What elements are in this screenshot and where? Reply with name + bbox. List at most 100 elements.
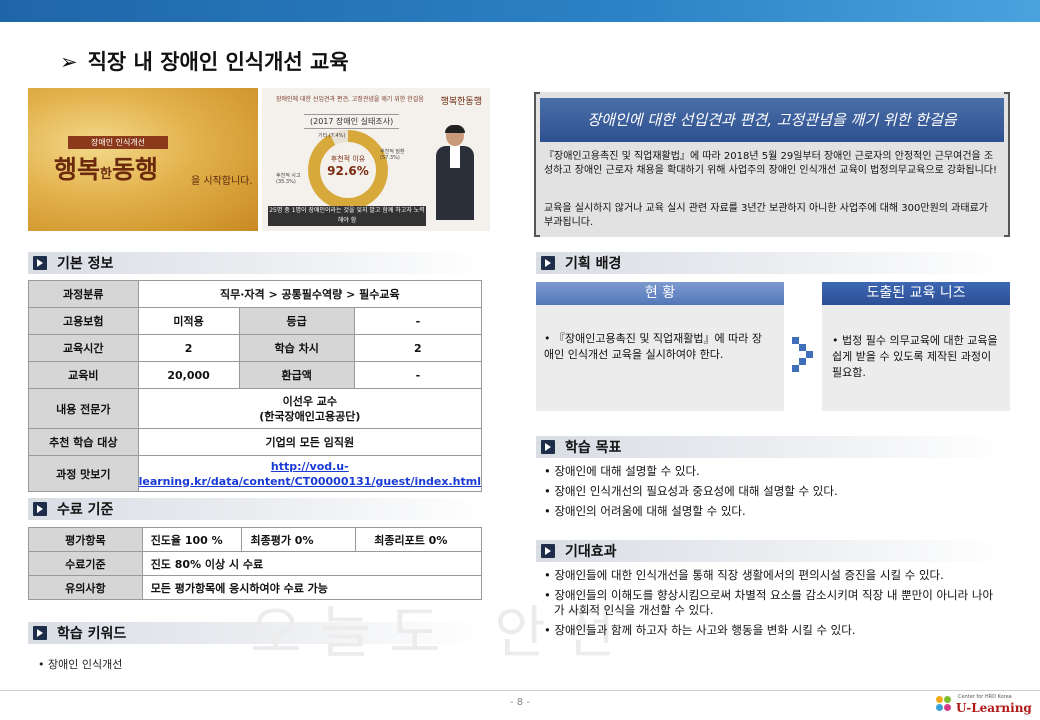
status-card-text: • 『장애인고용촉진 및 직업재활법』에 따라 장애인 인식개선 교육을 실시하… xyxy=(544,332,763,361)
needs-card: • 법정 필수 의무교육에 대한 교육을 쉽게 받을 수 있도록 제작된 과정이… xyxy=(822,305,1010,411)
page-title: ➢ 직장 내 장애인 인식개선 교육 xyxy=(60,46,349,76)
table-row: 내용 전문가 이선우 교수 (한국장애인고용공단) xyxy=(28,388,483,429)
criteria-value: 진도 80% 이상 시 수료 xyxy=(141,551,483,576)
sessions-value: 2 xyxy=(353,334,483,362)
section-play-icon xyxy=(541,440,555,454)
course-poster-image: 장애인 인식개선 행복한동행 을 시작합니다. xyxy=(28,88,258,231)
refund-label: 환급액 xyxy=(238,361,355,389)
donut-value: 92.6% xyxy=(327,164,369,178)
section-play-icon xyxy=(541,544,555,558)
needs-card-title: 도출된 교육 니즈 xyxy=(822,282,1010,305)
expert-org: (한국장애인고용공단) xyxy=(259,409,361,423)
insurance-label: 고용보험 xyxy=(28,307,139,335)
section-play-icon xyxy=(33,502,47,516)
arrow-right-icon: ➢ xyxy=(60,50,78,74)
section-play-icon xyxy=(541,256,555,270)
donut-chart: 후천적 이유 92.6% xyxy=(308,130,388,210)
page-title-text: 직장 내 장애인 인식개선 교육 xyxy=(87,50,349,74)
lecture-header: 장애인에 대한 선입견과 편견, 고정관념을 깨기 위한 한걸음 xyxy=(276,96,424,103)
notes-label: 유의사항 xyxy=(28,575,143,600)
hours-label: 교육시간 xyxy=(28,334,139,362)
grade-label: 등급 xyxy=(238,307,355,335)
donut-label: 후천적 이유 xyxy=(330,155,366,163)
preview-link[interactable]: http://vod.u-learning.kr/data/content/CT… xyxy=(139,460,481,488)
keyword-item: • 장애인 인식개선 xyxy=(38,658,123,671)
quote-headline: 장애인에 대한 선입견과 편견, 고정관념을 깨기 위한 한걸음 xyxy=(540,98,1004,142)
quote-paragraph-2: 교육을 실시하지 않거나 교육 실시 관련 자료를 3년간 보관하지 아니한 사… xyxy=(544,203,988,228)
quote-paragraph-1: 『장애인고용촉진 및 직업재활법』에 따라 2018년 5월 29일부터 장애인… xyxy=(544,151,997,176)
insurance-value: 미적용 xyxy=(137,307,240,335)
list-item: • 장애인 인식개선의 필요성과 중요성에 대해 설명할 수 있다. xyxy=(544,484,838,498)
donut-label-disease: 후천적 질환 (57.3%) xyxy=(380,149,405,161)
criteria-label: 수료기준 xyxy=(28,551,143,576)
target-label: 추천 학습 대상 xyxy=(28,428,139,456)
page-number: - 8 - xyxy=(510,697,530,708)
expert-name: 이선우 교수 xyxy=(282,394,338,408)
poster-headline-a: 행복 xyxy=(54,155,101,184)
lecture-banner: 25명 중 1명이 장애인이라는 것을 잊지 말고 함께 하고자 노력해야 함 xyxy=(268,206,426,226)
poster-subline: 을 시작합니다. xyxy=(191,176,253,187)
table-row: 교육비 20,000 환급액 - xyxy=(28,361,483,389)
expert-label: 내용 전문가 xyxy=(28,388,139,429)
category-value: 직무·자격 > 공통필수역량 > 필수교육 xyxy=(137,280,483,308)
section-effects: 기대효과 xyxy=(536,540,1006,562)
top-banner xyxy=(0,0,1040,22)
table-row: 과정 맛보기 http://vod.u-learning.kr/data/con… xyxy=(28,455,483,492)
poster-tag: 장애인 인식개선 xyxy=(68,136,168,149)
final-report: 최종리포트 0% xyxy=(355,527,482,552)
hours-value: 2 xyxy=(137,334,240,362)
grade-value: - xyxy=(353,307,483,335)
list-item: • 장애인들과 함께 하고자 하는 사고와 행동을 변화 시킬 수 있다. xyxy=(544,623,856,637)
final-eval: 최종평가 0% xyxy=(241,527,357,552)
section-play-icon xyxy=(33,256,47,270)
table-row: 수료기준 진도 80% 이상 시 수료 xyxy=(28,551,483,576)
section-basic-info: 기본 정보 xyxy=(28,252,484,274)
basic-info-table: 과정분류 직무·자격 > 공통필수역량 > 필수교육 고용보험 미적용 등급 -… xyxy=(28,280,483,492)
footer-divider xyxy=(0,690,1040,691)
table-row: 고용보험 미적용 등급 - xyxy=(28,307,483,335)
section-keywords-title: 학습 키워드 xyxy=(57,626,127,642)
list-item: • 장애인의 어려움에 대해 설명할 수 있다. xyxy=(544,504,746,518)
fee-label: 교육비 xyxy=(28,361,139,389)
table-row: 교육시간 2 학습 차시 2 xyxy=(28,334,483,362)
target-value: 기업의 모든 임직원 xyxy=(137,428,483,456)
donut-center: 후천적 이유 92.6% xyxy=(320,142,376,198)
status-card: • 『장애인고용촉진 및 직업재활법』에 따라 장애인 인식개선 교육을 실시하… xyxy=(536,305,784,411)
table-row: 과정분류 직무·자격 > 공통필수역량 > 필수교육 xyxy=(28,280,483,308)
list-item: • 장애인들의 이해도를 향상시킴으로써 차별적 요소를 감소시키며 직장 내 … xyxy=(544,588,994,617)
category-label: 과정분류 xyxy=(28,280,139,308)
poster-headline: 행복한동행 xyxy=(54,150,158,186)
section-goals-title: 학습 목표 xyxy=(565,440,622,456)
section-basic-info-title: 기본 정보 xyxy=(57,256,114,272)
lecture-screenshot-image: 장애인에 대한 선입견과 편견, 고정관념을 깨기 위한 한걸음 행복한동행 (… xyxy=(262,88,490,231)
sessions-label: 학습 차시 xyxy=(238,334,355,362)
poster-headline-b: 한 xyxy=(100,167,112,182)
progress-rate: 진도율 100 % xyxy=(141,527,243,552)
donut-label-accident: 후천적 사고 (35.3%) xyxy=(276,173,301,185)
list-item: • 장애인에 대해 설명할 수 있다. xyxy=(544,464,700,478)
goals-list: • 장애인에 대해 설명할 수 있다. • 장애인 인식개선의 필요성과 중요성… xyxy=(542,464,1002,524)
preview-url-b: learning.kr/data/content/CT00000131/gues… xyxy=(138,474,481,488)
lecture-logo: 행복한동행 xyxy=(440,97,482,107)
expert-value: 이선우 교수 (한국장애인고용공단) xyxy=(137,388,483,429)
list-item: • 장애인들에 대한 인식개선을 통해 직장 생활에서의 편의시설 증진을 시킬… xyxy=(544,568,944,582)
brand-name: U-Learning xyxy=(956,701,1032,715)
eval-items-label: 평가항목 xyxy=(28,527,143,552)
section-background: 기획 배경 xyxy=(536,252,1006,274)
bracket-right xyxy=(1004,92,1010,237)
status-card-title: 현 황 xyxy=(536,282,784,305)
preview-value: http://vod.u-learning.kr/data/content/CT… xyxy=(137,455,483,492)
lecturer-figure xyxy=(432,125,478,220)
poster-headline-c: 동행 xyxy=(111,155,158,184)
brand-logo: Center for HRD Korea U-Learning xyxy=(934,694,1034,716)
section-background-title: 기획 배경 xyxy=(565,256,622,272)
section-completion: 수료 기준 xyxy=(28,498,484,520)
section-effects-title: 기대효과 xyxy=(565,544,617,560)
table-row: 추천 학습 대상 기업의 모든 임직원 xyxy=(28,428,483,456)
effects-list: • 장애인들에 대한 인식개선을 통해 직장 생활에서의 편의시설 증진을 시킬… xyxy=(542,568,1002,643)
section-completion-title: 수료 기준 xyxy=(57,502,114,518)
preview-label: 과정 맛보기 xyxy=(28,455,139,492)
chevron-right-icon xyxy=(790,335,814,372)
brand-tagline: Center for HRD Korea xyxy=(958,694,1012,700)
refund-value: - xyxy=(353,361,483,389)
